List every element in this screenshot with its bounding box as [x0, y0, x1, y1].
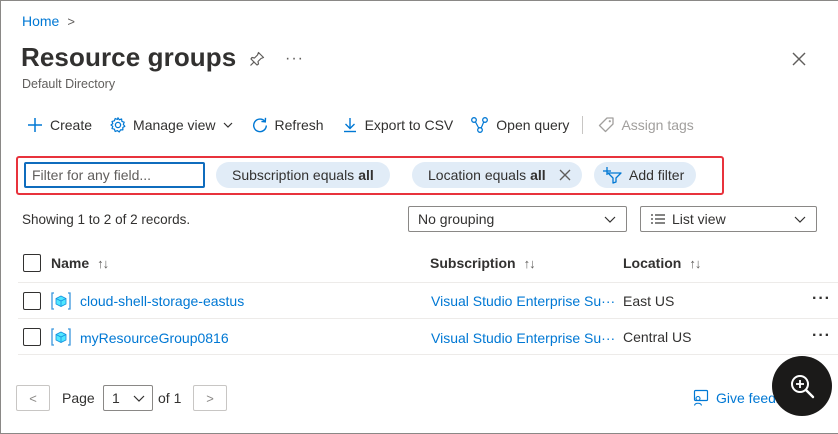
location-cell: East US	[623, 293, 675, 309]
view-value: List view	[672, 211, 726, 227]
column-location-label: Location	[623, 255, 682, 271]
column-subscription-label: Subscription	[430, 255, 516, 271]
previous-page-button[interactable]: <	[16, 385, 50, 411]
column-header-subscription[interactable]: Subscription ↑↓	[430, 255, 536, 271]
subscription-filter-label: Subscription equals	[232, 167, 355, 183]
close-icon[interactable]	[790, 50, 808, 68]
breadcrumb-separator: >	[67, 13, 75, 29]
subscription-filter-pill[interactable]: Subscription equals all	[216, 162, 390, 188]
toolbar-divider	[582, 116, 584, 134]
sort-icon[interactable]: ↑↓	[97, 256, 109, 271]
add-filter-button[interactable]: Add filter	[594, 162, 697, 188]
open-query-button[interactable]: Open query	[470, 116, 569, 134]
sort-icon[interactable]: ↑↓	[524, 256, 536, 271]
page-subtitle: Default Directory	[22, 77, 116, 91]
chevron-down-icon	[604, 216, 616, 223]
grouping-dropdown[interactable]: No grouping	[408, 206, 627, 232]
give-feedback-link[interactable]: Give feedb	[692, 389, 784, 407]
pin-icon[interactable]	[248, 50, 266, 68]
location-filter-pill[interactable]: Location equals all	[412, 162, 582, 188]
refresh-icon	[252, 117, 267, 133]
zoom-in-button[interactable]	[772, 356, 832, 416]
chevron-down-icon	[133, 395, 145, 402]
gear-icon	[110, 117, 126, 133]
export-csv-label: Export to CSV	[364, 117, 454, 133]
page-title: Resource groups	[21, 42, 237, 72]
row-more-icon[interactable]: ···	[812, 327, 831, 345]
assign-tags-label: Assign tags	[621, 117, 694, 133]
plus-icon	[28, 118, 42, 132]
row-more-icon[interactable]: ···	[812, 290, 831, 308]
manage-view-label: Manage view	[133, 117, 216, 133]
subscription-link[interactable]: Visual Studio Enterprise Su···	[431, 293, 615, 309]
grouping-value: No grouping	[418, 211, 495, 227]
page-total: of 1	[158, 390, 182, 406]
page-dropdown[interactable]: 1	[103, 385, 153, 411]
subscription-filter-value: all	[358, 167, 374, 183]
row-divider	[18, 354, 838, 355]
location-filter-label: Location equals	[428, 167, 527, 183]
breadcrumb-home-link[interactable]: Home	[22, 13, 59, 29]
next-page-button[interactable]: >	[193, 385, 227, 411]
sort-icon[interactable]: ↑↓	[689, 256, 701, 271]
location-filter-value: all	[530, 167, 546, 183]
list-view-icon	[651, 214, 665, 224]
chevron-down-icon	[794, 216, 806, 223]
tag-icon	[599, 117, 615, 133]
refresh-button[interactable]: Refresh	[251, 116, 324, 134]
add-filter-icon	[603, 167, 622, 184]
resource-group-link[interactable]: cloud-shell-storage-eastus	[80, 293, 244, 309]
manage-view-button[interactable]: Manage view	[109, 116, 234, 134]
subscription-link[interactable]: Visual Studio Enterprise Su···	[431, 330, 615, 346]
resource-group-link[interactable]: myResourceGroup0816	[80, 330, 229, 346]
page-label: Page	[62, 390, 95, 406]
remove-filter-icon[interactable]	[558, 168, 572, 182]
column-name-label: Name	[51, 255, 90, 271]
refresh-label: Refresh	[274, 117, 324, 133]
page-value: 1	[112, 390, 120, 406]
row-divider	[18, 318, 838, 319]
add-filter-label: Add filter	[629, 167, 685, 183]
create-button[interactable]: Create	[26, 116, 92, 134]
column-header-location[interactable]: Location ↑↓	[623, 255, 701, 271]
feedback-icon	[693, 389, 709, 406]
resource-group-icon	[51, 328, 71, 346]
create-label: Create	[50, 117, 93, 133]
download-icon	[343, 118, 356, 133]
filter-input[interactable]	[24, 162, 205, 188]
query-icon	[471, 117, 489, 133]
open-query-label: Open query	[496, 117, 570, 133]
export-csv-button[interactable]: Export to CSV	[341, 116, 454, 134]
select-all-checkbox[interactable]	[23, 254, 41, 272]
resource-group-icon	[51, 292, 71, 310]
chevron-down-icon	[223, 122, 232, 128]
location-cell: Central US	[623, 329, 692, 345]
column-header-name[interactable]: Name ↑↓	[51, 255, 109, 271]
more-options-icon[interactable]: ···	[285, 50, 304, 68]
command-bar: Create Manage view Refresh Export to CSV…	[26, 113, 711, 137]
assign-tags-button[interactable]: Assign tags	[597, 116, 694, 134]
view-dropdown[interactable]: List view	[640, 206, 817, 232]
zoom-in-icon	[791, 375, 815, 399]
records-count: Showing 1 to 2 of 2 records.	[22, 212, 191, 227]
row-checkbox[interactable]	[23, 328, 41, 346]
breadcrumb: Home >	[22, 13, 75, 29]
header-divider	[18, 282, 838, 283]
row-checkbox[interactable]	[23, 292, 41, 310]
